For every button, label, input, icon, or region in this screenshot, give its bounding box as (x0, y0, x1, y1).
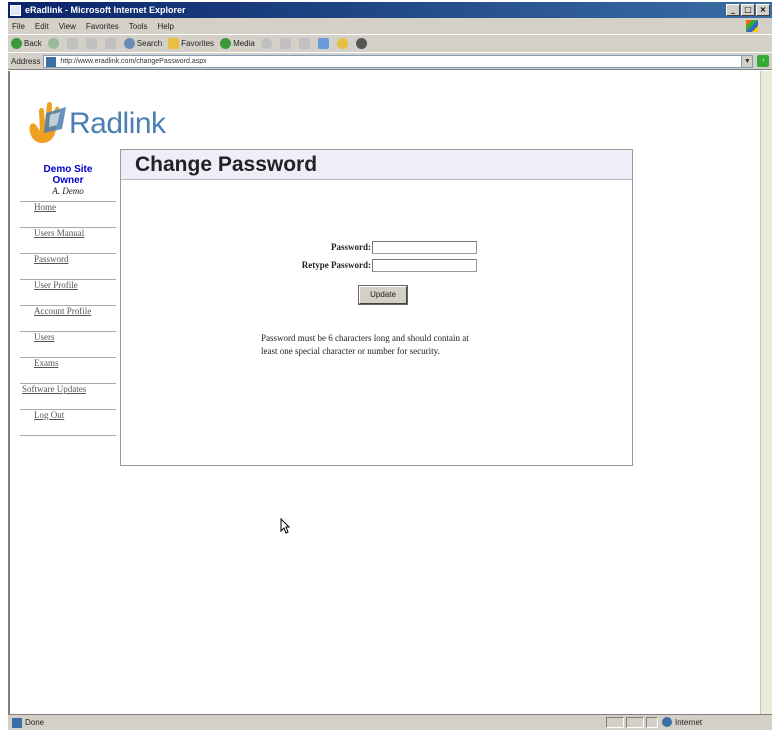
globe-icon (662, 717, 672, 727)
refresh-icon (85, 38, 97, 49)
print-icon (298, 38, 310, 49)
address-bar: Address http://www.eradlink.com/changePa… (8, 52, 772, 70)
go-button[interactable]: › (757, 55, 770, 67)
stop-button[interactable] (66, 38, 80, 49)
page-viewport: Radlink Demo Site Owner A. Demo Home Use… (8, 71, 772, 714)
ie-icon (10, 4, 21, 16)
owner-info: Demo Site Owner A. Demo (20, 158, 116, 202)
search-button[interactable]: Search (123, 38, 163, 49)
messenger-button[interactable] (336, 38, 350, 49)
windows-logo-icon (746, 20, 758, 32)
update-button[interactable]: Update (359, 286, 407, 304)
page-icon (46, 56, 57, 67)
search-label: Search (136, 39, 163, 48)
back-arrow-icon (11, 38, 22, 49)
menu-bar: File Edit View Favorites Tools Help (8, 18, 772, 34)
edit-button[interactable] (317, 38, 331, 49)
site-name: Demo Site (43, 164, 93, 175)
sidebar-item-account-profile[interactable]: Account Profile (20, 306, 116, 332)
radlink-logo: Radlink (22, 95, 182, 147)
status-segment (626, 717, 644, 728)
maximize-button[interactable]: □ (741, 4, 755, 16)
sidebar-item-user-profile[interactable]: User Profile (20, 280, 116, 306)
star-icon (168, 38, 180, 49)
retype-password-field[interactable] (372, 258, 477, 272)
address-label: Address (11, 56, 41, 66)
mail-icon (279, 38, 291, 49)
password-row: Password: (231, 238, 477, 256)
back-label: Back (24, 39, 42, 48)
media-button[interactable]: Media (220, 38, 255, 49)
menu-file[interactable]: File (12, 22, 25, 31)
mouse-cursor-icon (280, 518, 290, 534)
status-bar: Done Internet (8, 714, 772, 730)
address-input[interactable]: http://www.eradlink.com/changePassword.a… (43, 54, 754, 68)
edit-icon (317, 38, 329, 49)
status-segment (606, 717, 624, 728)
zone-label: Internet (675, 717, 703, 727)
history-button[interactable] (260, 38, 274, 49)
menu-view[interactable]: View (59, 22, 76, 31)
hand-logo-icon (29, 102, 66, 143)
vertical-scrollbar[interactable] (760, 71, 772, 714)
security-zone: Internet (662, 717, 702, 727)
sidebar-item-software-updates[interactable]: Software Updates (20, 384, 116, 410)
logo-text: Radlink (69, 107, 166, 140)
window-title: eRadlink - Microsoft Internet Explorer (25, 5, 186, 15)
page-status-icon (12, 717, 22, 728)
menu-edit[interactable]: Edit (35, 22, 49, 31)
window-titlebar: eRadlink - Microsoft Internet Explorer _… (8, 2, 772, 18)
address-url: http://www.eradlink.com/changePassword.a… (60, 57, 207, 65)
sidebar-item-password[interactable]: Password (20, 254, 116, 280)
media-icon (220, 38, 232, 49)
sidebar-item-log-out[interactable]: Log Out (20, 410, 116, 436)
sidebar-item-users-manual[interactable]: Users Manual (20, 228, 116, 254)
sidebar-item-home[interactable]: Home (20, 202, 116, 228)
forward-arrow-icon (47, 38, 59, 49)
password-form: Password: Retype Password: Update (231, 238, 491, 304)
history-icon (260, 38, 272, 49)
sidebar-item-users[interactable]: Users (20, 332, 116, 358)
status-segment (646, 717, 658, 728)
search-icon (123, 38, 135, 49)
messenger-icon (336, 38, 348, 49)
chevron-down-icon[interactable]: ▼ (741, 55, 753, 67)
user-role: Owner (52, 175, 84, 186)
gear-icon (355, 38, 367, 49)
password-requirements-note: Password must be 6 characters long and s… (261, 333, 469, 356)
close-button[interactable]: × (756, 4, 770, 16)
retype-password-row: Retype Password: (231, 256, 477, 274)
mail-button[interactable] (279, 38, 293, 49)
stop-icon (66, 38, 78, 49)
change-password-panel: Change Password Password: Retype Passwor… (120, 149, 633, 466)
favorites-button[interactable]: Favorites (168, 38, 214, 49)
menu-favorites[interactable]: Favorites (86, 22, 119, 31)
menu-help[interactable]: Help (157, 22, 173, 31)
password-field[interactable] (372, 240, 477, 254)
retype-password-label: Retype Password: (301, 260, 371, 270)
sidebar: Demo Site Owner A. Demo Home Users Manua… (20, 158, 116, 436)
status-text: Done (25, 718, 45, 727)
sidebar-item-exams[interactable]: Exams (20, 358, 116, 384)
home-button[interactable] (104, 38, 118, 49)
home-icon (104, 38, 116, 49)
forward-button[interactable] (47, 38, 61, 49)
refresh-button[interactable] (85, 38, 99, 49)
menu-tools[interactable]: Tools (129, 22, 148, 31)
favorites-label: Favorites (181, 39, 215, 48)
browser-toolbar: Back Search Favorites Media (8, 34, 772, 52)
back-button[interactable]: Back (11, 38, 42, 49)
minimize-button[interactable]: _ (726, 4, 740, 16)
page-title: Change Password (121, 150, 632, 180)
media-label: Media (233, 39, 255, 48)
print-button[interactable] (298, 38, 312, 49)
password-label: Password: (331, 242, 371, 252)
settings-button[interactable] (355, 38, 369, 49)
user-name: A. Demo (52, 186, 84, 196)
